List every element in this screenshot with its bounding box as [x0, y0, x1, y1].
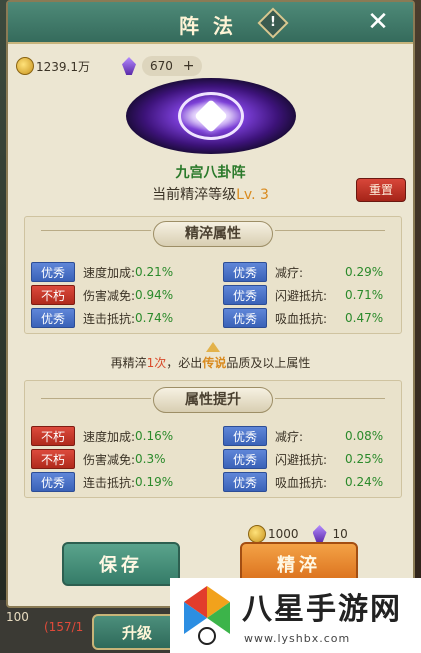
attr-row: 优秀 连击抵抗: 0.19%: [31, 471, 173, 493]
refine-level-label: 当前精淬等级: [152, 187, 237, 203]
quality-badge: 优秀: [223, 472, 267, 492]
attr-value: 0.29%: [345, 265, 384, 279]
quality-badge: 优秀: [223, 426, 267, 446]
attr-value: 0.71%: [345, 288, 384, 302]
attr-row: 不朽 伤害减免: 0.3%: [31, 448, 166, 470]
section-divider: [275, 398, 385, 399]
attr-value: 0.3%: [135, 452, 166, 466]
attr-row: 优秀 闪避抵抗: 0.25%: [223, 448, 383, 470]
quality-badge: 优秀: [223, 449, 267, 469]
site-watermark: 八星手游网 www.lyshbx.com: [170, 578, 421, 653]
gem-amount: 670: [150, 59, 173, 73]
refine-cost: 1000 10: [248, 524, 348, 544]
attr-value: 0.08%: [345, 429, 384, 443]
attr-row: 优秀 减疗: 0.08%: [223, 425, 383, 447]
attr-name: 连击抵抗:: [83, 311, 136, 326]
attr-name: 伤害减免:: [83, 452, 136, 467]
gem-balance: 670 +: [122, 55, 203, 77]
attr-row: 优秀 吸血抵抗: 0.47%: [223, 307, 383, 329]
cost-gold: 1000: [268, 527, 299, 541]
close-button[interactable]: ✕: [363, 7, 393, 37]
attr-name: 闪避抵抗:: [275, 288, 328, 303]
attr-name: 伤害减免:: [83, 288, 136, 303]
attr-value: 0.21%: [135, 265, 174, 279]
attr-value: 0.94%: [135, 288, 174, 302]
refine-attributes-section: 精淬属性 优秀 速度加成: 0.21% 不朽 伤害减免: 0.94% 优秀 连击…: [24, 216, 402, 334]
attr-value: 0.16%: [135, 429, 174, 443]
attr-value: 0.24%: [345, 475, 384, 489]
gold-balance: 1239.1万: [16, 55, 90, 77]
attr-row: 优秀 闪避抵抗: 0.71%: [223, 284, 383, 306]
refine-level: 当前精淬等级Lv. 3: [8, 184, 413, 204]
notice-count: 1次: [146, 356, 167, 370]
background-level: 100: [6, 610, 29, 624]
quality-badge: 优秀: [223, 285, 267, 305]
quality-badge: 优秀: [31, 308, 75, 328]
quality-badge: 优秀: [31, 262, 75, 282]
formation-name: 九宫八卦阵: [175, 165, 246, 181]
guarantee-notice: 再精淬1次，必出传说品质及以上属性: [8, 354, 413, 371]
page-title: 阵法: [179, 14, 247, 38]
attr-value: 0.74%: [135, 311, 174, 325]
info-button[interactable]: !: [257, 7, 289, 39]
boost-attributes-title: 属性提升: [153, 387, 273, 413]
attr-name: 速度加成:: [83, 265, 136, 280]
quality-badge: 优秀: [223, 262, 267, 282]
section-divider: [41, 398, 151, 399]
quality-badge: 优秀: [31, 472, 75, 492]
purple-gem-icon: [122, 57, 136, 75]
attr-name: 速度加成:: [83, 429, 136, 444]
quality-badge: 优秀: [223, 308, 267, 328]
gold-coin-icon: [248, 525, 266, 543]
section-divider: [275, 230, 385, 231]
attr-row: 不朽 速度加成: 0.16%: [31, 425, 173, 447]
cost-gem: 10: [332, 527, 348, 541]
attr-name: 吸血抵抗:: [275, 475, 328, 490]
site-logo-icon: [184, 586, 230, 645]
attr-row: 优秀 减疗: 0.29%: [223, 261, 383, 283]
attr-name: 闪避抵抗:: [275, 452, 328, 467]
notice-quality: 传说: [202, 356, 227, 370]
attr-name: 连击抵抗:: [83, 475, 136, 490]
attr-row: 优秀 连击抵抗: 0.74%: [31, 307, 173, 329]
quality-badge: 不朽: [31, 285, 75, 305]
formation-panel: 阵法 ! ✕ 1239.1万 670 + 九宫八卦阵 当前精淬等级Lv. 3 重…: [6, 0, 415, 608]
watermark-url: www.lyshbx.com: [244, 632, 351, 645]
attr-row: 优秀 吸血抵抗: 0.24%: [223, 471, 383, 493]
watermark-title: 八星手游网: [242, 592, 402, 627]
notice-post: 品质及以上属性: [226, 356, 311, 370]
refine-level-value: Lv. 3: [236, 187, 269, 203]
attr-name: 减疗:: [275, 265, 304, 280]
gem-amount-box: 670 +: [142, 56, 203, 76]
reset-button[interactable]: 重置: [356, 178, 406, 202]
notice-pre: 再精淬: [110, 356, 147, 370]
attr-value: 0.19%: [135, 475, 174, 489]
attr-value: 0.47%: [345, 311, 384, 325]
attr-row: 不朽 伤害减免: 0.94%: [31, 284, 173, 306]
quality-badge: 不朽: [31, 449, 75, 469]
save-button[interactable]: 保存: [62, 542, 180, 586]
refine-attributes-title: 精淬属性: [153, 221, 273, 247]
formation-emblem-icon: [126, 78, 296, 154]
background-level-info: 100 (157/1: [6, 610, 96, 636]
attr-name: 减疗:: [275, 429, 304, 444]
gold-amount: 1239.1万: [36, 59, 90, 74]
chevron-up-icon: [206, 342, 220, 352]
upgrade-button[interactable]: 升级: [92, 614, 182, 650]
attr-value: 0.25%: [345, 452, 384, 466]
add-gem-button[interactable]: +: [183, 58, 195, 74]
notice-mid: ，必出: [166, 356, 203, 370]
attr-name: 吸血抵抗:: [275, 311, 328, 326]
gold-coin-icon: [16, 57, 34, 75]
section-divider: [41, 230, 151, 231]
quality-badge: 不朽: [31, 426, 75, 446]
info-icon: !: [270, 15, 276, 30]
background-exp: (157/1: [44, 620, 84, 634]
panel-header: 阵法 ! ✕: [8, 2, 413, 44]
purple-gem-icon: [312, 525, 327, 543]
attr-row: 优秀 速度加成: 0.21%: [31, 261, 173, 283]
boost-attributes-section: 属性提升 不朽 速度加成: 0.16% 不朽 伤害减免: 0.3% 优秀 连击抵…: [24, 380, 402, 498]
